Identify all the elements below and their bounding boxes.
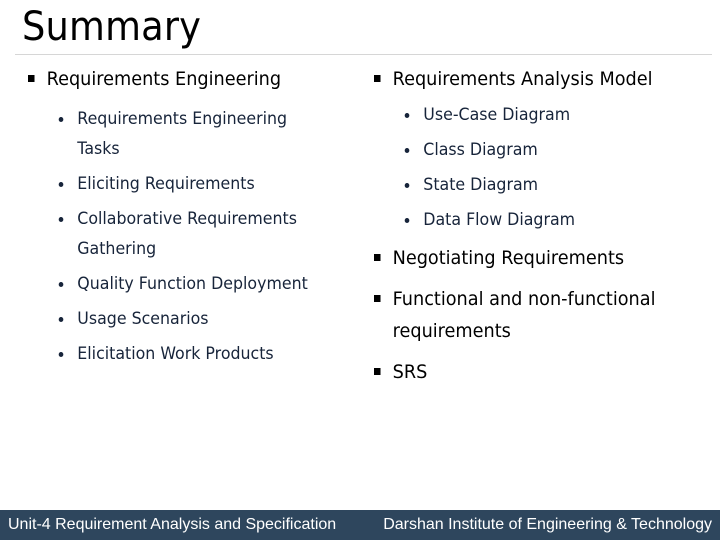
bullet-dot-icon [404,148,410,153]
square-bullet-icon [374,254,381,261]
list-item: Eliciting Requirements [28,169,335,199]
bullet-dot-icon [58,282,64,287]
list-item: Usage Scenarios [28,304,335,334]
slide-title: Summary [22,4,202,50]
list-item: Class Diagram [374,135,690,165]
bullet-dot-icon [58,182,64,187]
list-item: Quality Function Deployment [28,269,335,299]
list-item: State Diagram [374,170,690,200]
square-bullet-icon [374,75,381,82]
bullet-heading: Requirements Analysis Model [374,66,690,92]
bullet-dot-icon [58,217,64,222]
bullet-dot-icon [404,113,410,118]
bullet-heading: Requirements Engineering [28,66,335,92]
list-item: Elicitation Work Products [28,339,335,369]
bullet-dot-icon [58,117,64,122]
square-bullet-icon [374,295,381,302]
bullet-heading: Functional and non-functional requiremen… [374,283,690,347]
list-item: Requirements Engineering Tasks [28,104,335,164]
title-divider [15,54,712,55]
square-bullet-icon [28,75,35,82]
footer-unit-label: Unit-4 Requirement Analysis and Specific… [8,516,337,533]
bullet-dot-icon [404,218,410,223]
bullet-dot-icon [404,183,410,188]
bullet-dot-icon [58,317,64,322]
list-item: Use-Case Diagram [374,100,690,130]
left-column: Requirements Engineering Requirements En… [28,66,358,369]
bullet-heading: SRS [374,359,690,385]
footer-bar: Unit-4 Requirement Analysis and Specific… [0,510,720,540]
bullet-dot-icon [58,352,64,357]
square-bullet-icon [374,368,381,375]
footer-institute-label: Darshan Institute of Engineering & Techn… [383,516,712,533]
right-column: Requirements Analysis Model Use-Case Dia… [374,66,714,385]
list-item: Collaborative Requirements Gathering [28,204,335,264]
bullet-heading: Negotiating Requirements [374,245,690,271]
list-item: Data Flow Diagram [374,205,690,235]
